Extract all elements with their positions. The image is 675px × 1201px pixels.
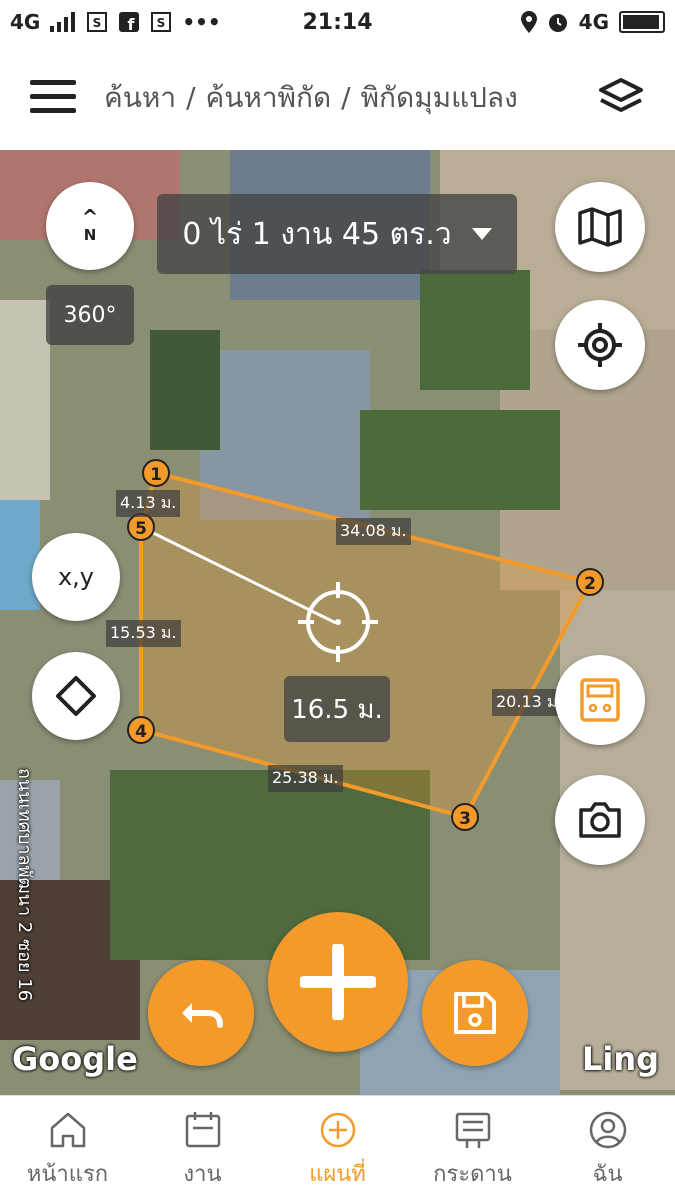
board-icon xyxy=(455,1112,490,1148)
svg-text:5: 5 xyxy=(135,519,147,539)
compass-arrow-icon: ^ xyxy=(81,205,99,229)
xy-label: x,y xyxy=(57,563,95,591)
nav-board-label: กระดาน xyxy=(433,1162,512,1187)
menu-icon[interactable] xyxy=(30,80,76,114)
svg-text:3: 3 xyxy=(459,809,471,829)
ling-logo: Ling xyxy=(581,1040,659,1078)
road-name-label: ถนนเทศบาลพัฒนา 2 ซอย 16 xyxy=(14,768,35,1002)
area-dropdown[interactable]: 0 ไร่ 1 งาน 45 ตร.ว xyxy=(157,194,517,274)
diamond-icon xyxy=(56,676,96,716)
clipboard-icon xyxy=(185,1112,220,1148)
compass-button[interactable]: ^ N xyxy=(46,182,134,270)
network-label-right: 4G xyxy=(578,10,609,34)
center-distance-label: 16.5 ม. xyxy=(284,676,390,742)
nav-me[interactable]: ฉัน xyxy=(540,1096,675,1201)
rotation-label: 360° xyxy=(46,285,134,345)
vertex-3: 3 xyxy=(451,803,479,831)
chevron-down-icon xyxy=(471,228,492,240)
nav-jobs[interactable]: งาน xyxy=(135,1096,270,1201)
calculator-button[interactable] xyxy=(555,655,645,745)
undo-button[interactable] xyxy=(148,960,254,1066)
nav-me-label: ฉัน xyxy=(592,1162,623,1187)
undo-icon xyxy=(182,1003,223,1028)
plus-icon xyxy=(300,944,376,1020)
edge-label-4-5: 15.53 ม. xyxy=(106,620,181,647)
vertex-1: 1 xyxy=(142,459,170,487)
add-circle-icon xyxy=(320,1112,355,1148)
svg-text:1: 1 xyxy=(150,465,162,485)
nav-map[interactable]: แผนที่ xyxy=(270,1096,405,1201)
status-bar: 4G S f S ••• 21:14 4G xyxy=(0,0,675,46)
map-icon xyxy=(578,207,622,247)
save-icon xyxy=(454,992,496,1034)
nav-board[interactable]: กระดาน xyxy=(405,1096,540,1201)
alarm-icon xyxy=(548,14,567,32)
svg-text:2: 2 xyxy=(584,574,596,594)
edge-label-5-1: 4.13 ม. xyxy=(116,490,181,517)
locate-button[interactable] xyxy=(555,300,645,390)
breadcrumb-search[interactable]: ค้นหา xyxy=(104,81,176,114)
compass-north-label: N xyxy=(83,226,97,244)
home-icon xyxy=(50,1112,85,1148)
breadcrumb-separator: / xyxy=(341,81,351,114)
breadcrumb: ค้นหา / ค้นหาพิกัด / พิกัดมุมแปลง xyxy=(104,76,518,120)
edge-label-1-2: 34.08 ม. xyxy=(336,518,411,545)
nav-home-label: หน้าแรก xyxy=(26,1162,109,1187)
status-right: 4G xyxy=(520,10,665,34)
camera-icon xyxy=(579,802,621,838)
nav-map-label: แผนที่ xyxy=(309,1162,366,1187)
camera-button[interactable] xyxy=(555,775,645,865)
vertex-5: 5 xyxy=(127,513,155,541)
map-view[interactable]: 1 2 3 4 5 4.13 ม. 34.08 ม. 15.53 ม. 20.1… xyxy=(0,150,675,1095)
edge-label-3-4: 25.38 ม. xyxy=(268,765,343,792)
layers-icon[interactable] xyxy=(597,76,645,120)
nav-home[interactable]: หน้าแรก xyxy=(0,1096,135,1201)
nav-jobs-label: งาน xyxy=(183,1162,222,1187)
breadcrumb-separator: / xyxy=(186,81,196,114)
map-type-button[interactable] xyxy=(555,182,645,272)
app-header: ค้นหา / ค้นหาพิกัด / พิกัดมุมแปลง xyxy=(0,46,675,150)
svg-text:4: 4 xyxy=(135,722,147,742)
add-button[interactable] xyxy=(268,912,408,1052)
google-logo: Google xyxy=(12,1040,138,1078)
target-icon xyxy=(578,323,622,367)
battery-icon xyxy=(619,11,665,33)
shape-button[interactable] xyxy=(32,652,120,740)
calculator-icon xyxy=(580,678,620,722)
breadcrumb-plot-corner-coordinates: พิกัดมุมแปลง xyxy=(360,81,518,114)
save-button[interactable] xyxy=(422,960,528,1066)
xy-coordinate-button[interactable]: x,y xyxy=(32,533,120,621)
breadcrumb-search-coordinates[interactable]: ค้นหาพิกัด xyxy=(206,81,332,114)
vertex-4: 4 xyxy=(127,716,155,744)
vertex-2: 2 xyxy=(576,568,604,596)
area-value: 0 ไร่ 1 งาน 45 ตร.ว xyxy=(182,216,452,252)
user-icon xyxy=(589,1111,626,1149)
location-icon xyxy=(520,11,537,33)
bottom-navigation: หน้าแรก งาน แผนที่ กระดาน ฉัน xyxy=(0,1095,675,1201)
